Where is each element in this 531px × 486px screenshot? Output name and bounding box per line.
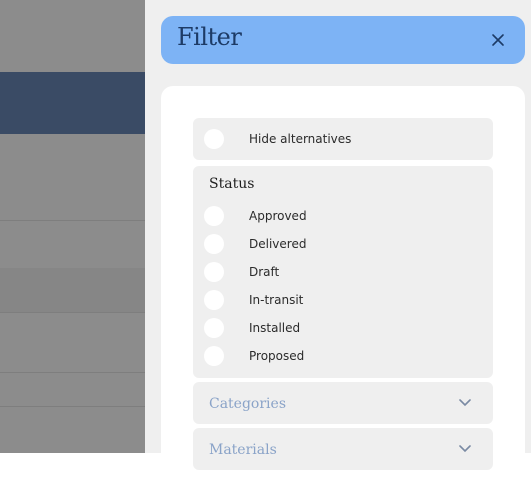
status-option-installed[interactable]: Installed bbox=[193, 314, 493, 342]
status-option-label: Approved bbox=[249, 209, 307, 223]
status-option-label: In-transit bbox=[249, 293, 304, 307]
categories-label: Categories bbox=[209, 396, 286, 412]
status-option-approved[interactable]: Approved bbox=[193, 202, 493, 230]
status-option-proposed[interactable]: Proposed bbox=[193, 342, 493, 370]
filter-drawer: Filter Hide alternatives Status Approved… bbox=[145, 0, 531, 486]
chevron-down-icon bbox=[459, 445, 471, 453]
status-option-delivered[interactable]: Delivered bbox=[193, 230, 493, 258]
status-option-label: Delivered bbox=[249, 237, 307, 251]
chevron-down-icon bbox=[459, 399, 471, 407]
materials-dropdown[interactable]: Materials bbox=[193, 428, 493, 470]
status-card: Status Approved Delivered Draft In-trans… bbox=[193, 166, 493, 378]
hide-alternatives-card: Hide alternatives bbox=[193, 118, 493, 160]
hide-alternatives-checkbox[interactable] bbox=[204, 129, 224, 149]
hide-alternatives-row[interactable]: Hide alternatives bbox=[193, 125, 493, 153]
hide-alternatives-label: Hide alternatives bbox=[249, 132, 352, 146]
filter-header: Filter bbox=[161, 16, 525, 64]
status-title: Status bbox=[209, 176, 255, 192]
status-option-label: Installed bbox=[249, 321, 301, 335]
status-option-draft[interactable]: Draft bbox=[193, 258, 493, 286]
status-checkbox[interactable] bbox=[204, 262, 224, 282]
status-checkbox[interactable] bbox=[204, 206, 224, 226]
status-checkbox[interactable] bbox=[204, 346, 224, 366]
status-option-in-transit[interactable]: In-transit bbox=[193, 286, 493, 314]
materials-label: Materials bbox=[209, 442, 277, 458]
close-button[interactable] bbox=[487, 29, 509, 51]
status-checkbox[interactable] bbox=[204, 234, 224, 254]
filter-title: Filter bbox=[177, 23, 242, 51]
close-icon bbox=[492, 34, 504, 46]
status-checkbox[interactable] bbox=[204, 318, 224, 338]
status-option-label: Proposed bbox=[249, 349, 305, 363]
filter-panel: Hide alternatives Status Approved Delive… bbox=[161, 86, 525, 486]
status-checkbox[interactable] bbox=[204, 290, 224, 310]
categories-dropdown[interactable]: Categories bbox=[193, 382, 493, 424]
status-option-label: Draft bbox=[249, 265, 280, 279]
